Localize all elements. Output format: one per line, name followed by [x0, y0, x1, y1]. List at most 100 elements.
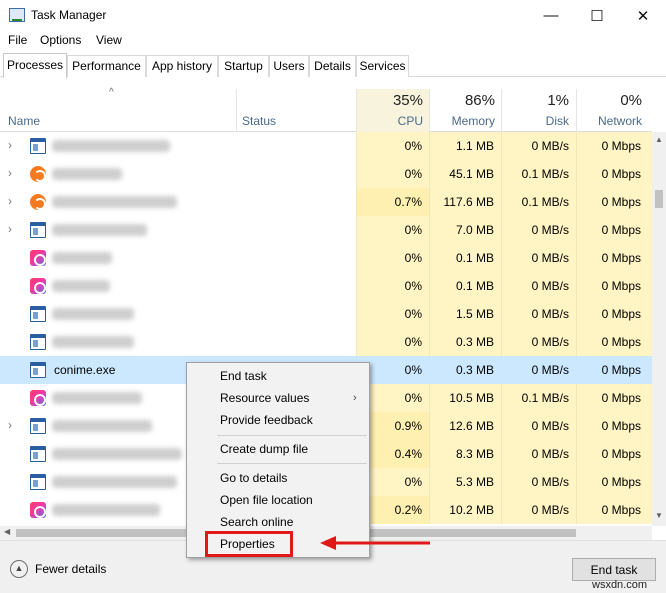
- tab-processes[interactable]: Processes: [3, 53, 67, 78]
- blurred-process-name: [52, 448, 182, 460]
- cell-disk: 0 MB/s: [501, 496, 576, 524]
- cell-cpu: 0%: [356, 300, 429, 328]
- properties-highlight-box: [205, 531, 293, 557]
- column-name[interactable]: Name: [8, 114, 40, 128]
- tab-app-history[interactable]: App history: [146, 55, 218, 77]
- column-memory[interactable]: Memory: [429, 114, 495, 128]
- process-row[interactable]: 0% 0.3 MB 0 MB/s 0 Mbps: [0, 328, 652, 356]
- column-network[interactable]: Network: [576, 114, 642, 128]
- scroll-down-icon[interactable]: ▼: [652, 508, 666, 523]
- cell-memory: 1.1 MB: [429, 132, 501, 160]
- cell-cpu: 0%: [356, 272, 429, 300]
- blurred-process-name: [52, 504, 160, 516]
- cell-cpu: 0%: [356, 132, 429, 160]
- cell-network: 0 Mbps: [576, 300, 652, 328]
- blurred-process-name: [52, 476, 177, 488]
- end-task-button[interactable]: End task: [572, 558, 656, 581]
- blurred-process-name: [52, 224, 147, 236]
- scroll-up-icon[interactable]: ▲: [652, 132, 666, 147]
- blurred-process-name: [52, 308, 134, 320]
- process-row[interactable]: › 0% 7.0 MB 0 MB/s 0 Mbps: [0, 216, 652, 244]
- cpu-total-percent: 35%: [392, 92, 423, 109]
- column-cpu[interactable]: CPU: [356, 114, 423, 128]
- sort-ascending-icon: ^: [109, 87, 114, 98]
- cell-memory: 0.3 MB: [429, 328, 501, 356]
- expand-chevron-icon[interactable]: ›: [8, 194, 12, 208]
- expand-chevron-icon[interactable]: ›: [8, 138, 12, 152]
- window-icon: [30, 446, 46, 462]
- blurred-process-name: [52, 196, 177, 208]
- cell-network: 0 Mbps: [576, 188, 652, 216]
- process-row[interactable]: 0% 0.1 MB 0 MB/s 0 Mbps: [0, 244, 652, 272]
- ctx-open-file-location[interactable]: Open file location: [220, 493, 313, 507]
- vertical-scrollbar[interactable]: ▲ ▼: [652, 132, 666, 526]
- menu-bar: File Options View: [0, 31, 666, 51]
- ctx-search-online[interactable]: Search online: [220, 515, 293, 529]
- cell-disk: 0 MB/s: [501, 328, 576, 356]
- window-icon: [30, 138, 46, 154]
- process-row[interactable]: › 0.7% 117.6 MB 0.1 MB/s 0 Mbps: [0, 188, 652, 216]
- tab-users[interactable]: Users: [269, 55, 309, 77]
- scroll-left-icon[interactable]: ◀: [4, 527, 10, 536]
- process-row[interactable]: 0% 1.5 MB 0 MB/s 0 Mbps: [0, 300, 652, 328]
- cell-cpu: 0%: [356, 328, 429, 356]
- creative-cloud-icon: [30, 502, 46, 518]
- cell-network: 0 Mbps: [576, 412, 652, 440]
- cell-memory: 45.1 MB: [429, 160, 501, 188]
- watermark: wsxdn.com: [592, 579, 648, 591]
- maximize-button[interactable]: ☐: [574, 0, 620, 31]
- column-divider[interactable]: [236, 89, 237, 132]
- cell-network: 0 Mbps: [576, 216, 652, 244]
- window-icon: [30, 362, 46, 378]
- cell-network: 0 Mbps: [576, 468, 652, 496]
- process-row[interactable]: 0% 0.1 MB 0 MB/s 0 Mbps: [0, 272, 652, 300]
- process-row[interactable]: › 0% 45.1 MB 0.1 MB/s 0 Mbps: [0, 160, 652, 188]
- tab-services[interactable]: Services: [356, 55, 409, 77]
- process-name: conime.exe: [54, 363, 116, 377]
- menu-separator: [217, 435, 367, 436]
- fewer-details-link[interactable]: Fewer details: [35, 562, 106, 576]
- creative-cloud-icon: [30, 250, 46, 266]
- tab-performance[interactable]: Performance: [67, 55, 146, 77]
- cell-network: 0 Mbps: [576, 160, 652, 188]
- network-total-percent: 0%: [620, 92, 642, 109]
- cell-memory: 1.5 MB: [429, 300, 501, 328]
- creative-cloud-icon: [30, 278, 46, 294]
- cell-cpu: 0%: [356, 216, 429, 244]
- cell-memory: 8.3 MB: [429, 440, 501, 468]
- context-menu: End task Resource values › Provide feedb…: [186, 362, 370, 558]
- column-status[interactable]: Status: [242, 114, 276, 128]
- creative-cloud-icon: [30, 390, 46, 406]
- expand-chevron-icon[interactable]: ›: [8, 222, 12, 236]
- cell-disk: 0.1 MB/s: [501, 188, 576, 216]
- cell-cpu: 0.7%: [356, 188, 429, 216]
- cell-network: 0 Mbps: [576, 272, 652, 300]
- close-button[interactable]: ✕: [620, 0, 666, 31]
- expand-chevron-icon[interactable]: ›: [8, 166, 12, 180]
- ctx-provide-feedback[interactable]: Provide feedback: [220, 413, 313, 427]
- menu-options[interactable]: Options: [40, 33, 81, 47]
- tab-startup[interactable]: Startup: [218, 55, 269, 77]
- task-manager-icon: [9, 8, 25, 22]
- ctx-create-dump-file[interactable]: Create dump file: [220, 442, 308, 456]
- cell-network: 0 Mbps: [576, 132, 652, 160]
- cell-memory: 117.6 MB: [429, 188, 501, 216]
- ctx-go-to-details[interactable]: Go to details: [220, 471, 287, 485]
- cell-network: 0 Mbps: [576, 356, 652, 384]
- ctx-end-task[interactable]: End task: [220, 369, 267, 383]
- column-disk[interactable]: Disk: [501, 114, 569, 128]
- blurred-process-name: [52, 280, 110, 292]
- cell-disk: 0 MB/s: [501, 300, 576, 328]
- expand-chevron-icon[interactable]: ›: [8, 418, 12, 432]
- menu-file[interactable]: File: [8, 33, 27, 47]
- menu-view[interactable]: View: [96, 33, 122, 47]
- process-row[interactable]: › 0% 1.1 MB 0 MB/s 0 Mbps: [0, 132, 652, 160]
- blurred-process-name: [52, 420, 152, 432]
- cell-disk: 0 MB/s: [501, 132, 576, 160]
- window-icon: [30, 306, 46, 322]
- vertical-scroll-thumb[interactable]: [655, 190, 663, 208]
- ctx-resource-values[interactable]: Resource values: [220, 391, 309, 405]
- collapse-chevron-icon[interactable]: ▲: [10, 560, 28, 578]
- minimize-button[interactable]: —: [528, 0, 574, 31]
- tab-details[interactable]: Details: [309, 55, 356, 77]
